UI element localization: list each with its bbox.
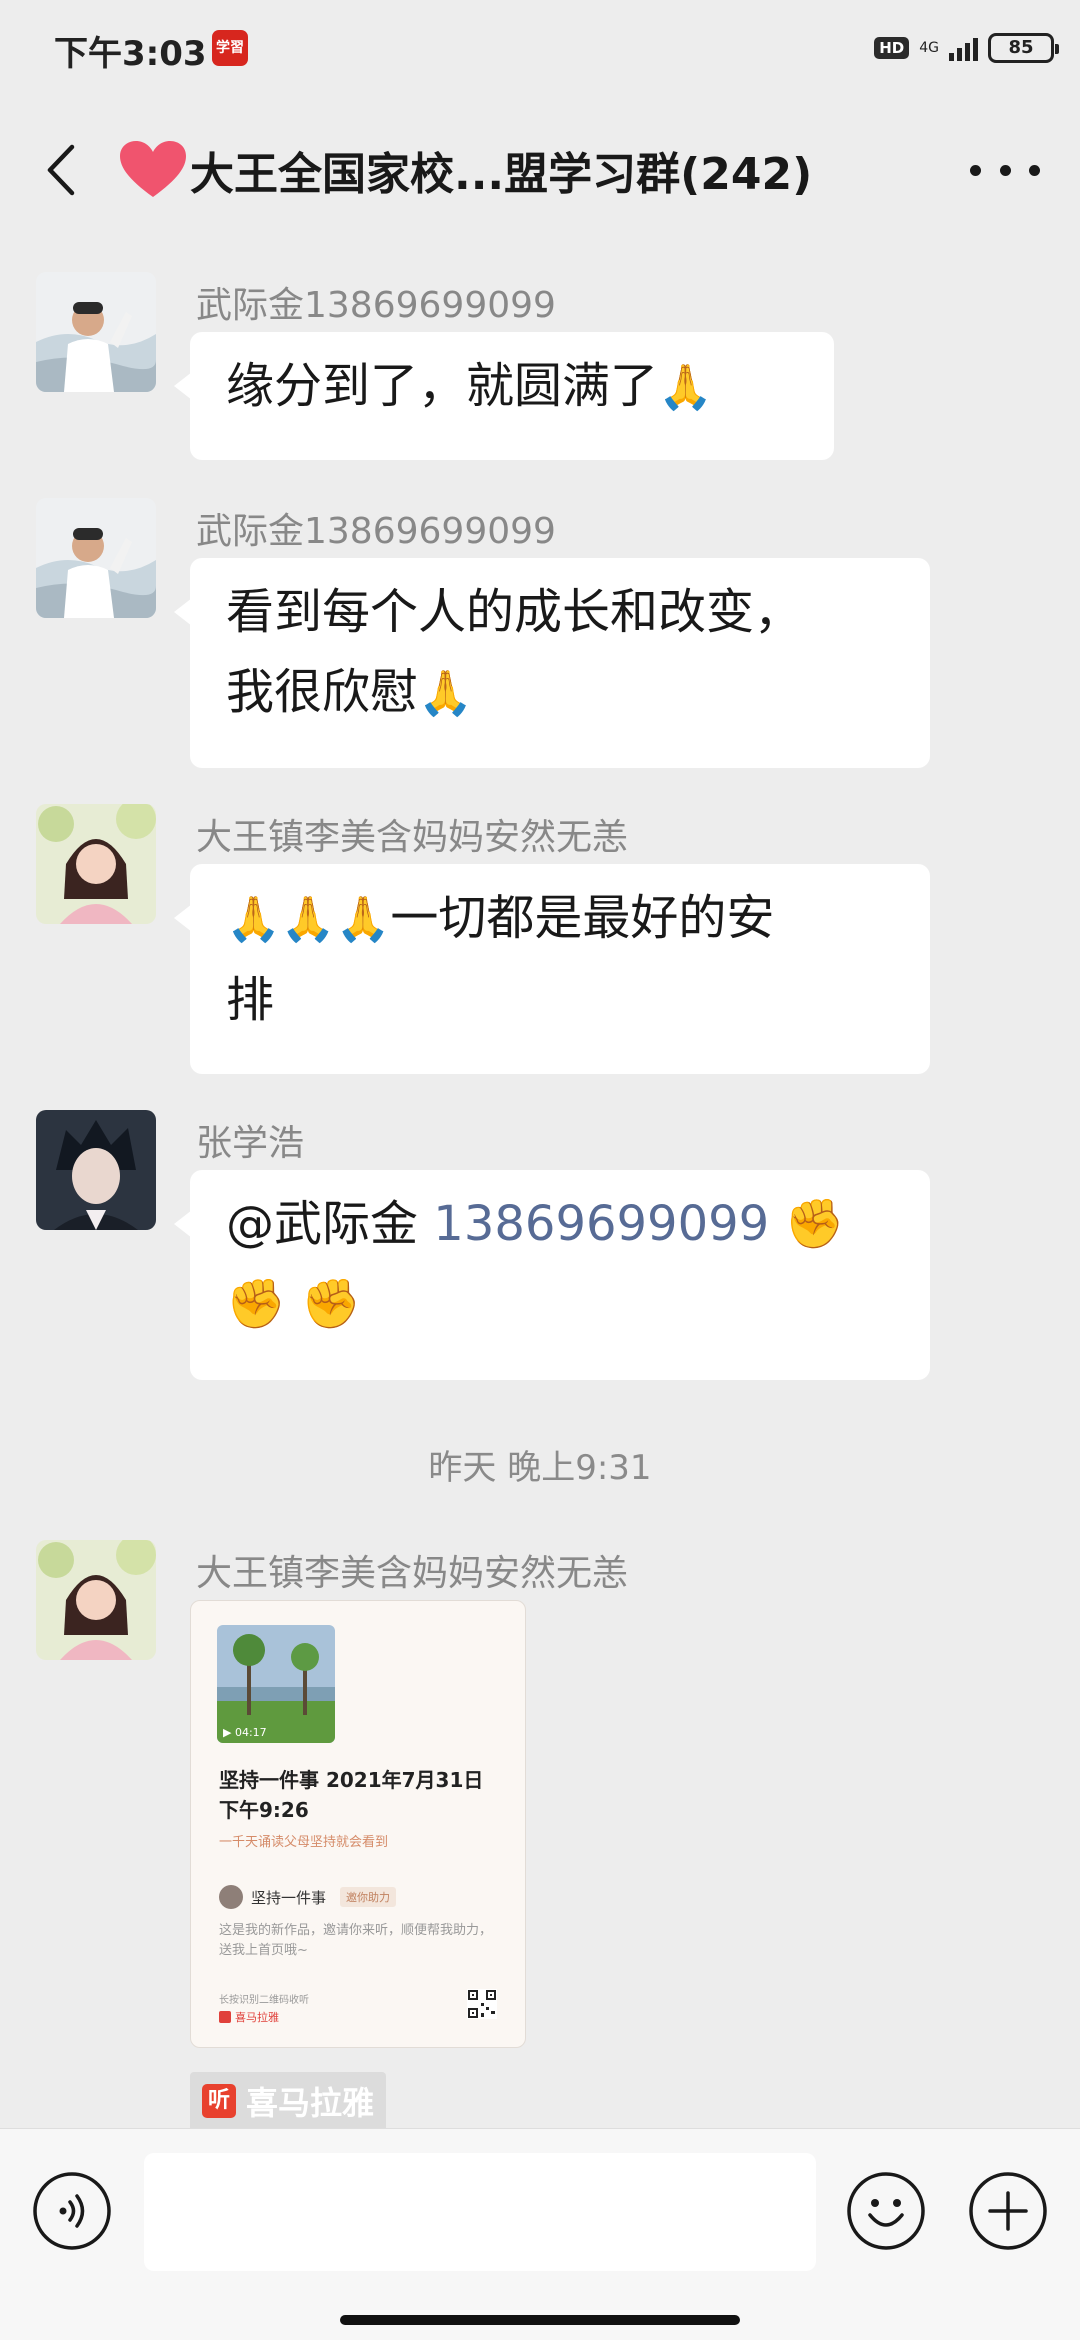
fist-emoji-icon: ✊ <box>784 1196 845 1252</box>
ximalaya-icon: 听 <box>202 2084 236 2118</box>
card-qr-hint: 长按识别二维码收听 <box>219 1995 309 2006</box>
chevron-left-icon <box>47 144 75 196</box>
mention-name: @武际金 <box>226 1196 419 1252</box>
sender-name: 大王镇李美含妈妈安然无恙 <box>196 1553 629 1594</box>
fist-emoji-icon: ✊ ✊ <box>226 1276 361 1332</box>
input-bar <box>0 2128 1080 2340</box>
avatar-image <box>36 272 156 392</box>
shared-audio-card[interactable]: ▶ 04:17 坚持一件事 2021年7月31日 下午9:26 一千天诵读父母坚… <box>190 1600 526 2048</box>
avatar[interactable] <box>36 804 156 924</box>
pray-emoji-icon: 🙏 <box>658 362 713 413</box>
audio-duration: ▶ 04:17 <box>223 1726 267 1739</box>
mention-phone-link[interactable]: 13869699099 <box>433 1196 769 1252</box>
battery-icon: 85 <box>988 33 1059 63</box>
dot-icon <box>1029 164 1040 176</box>
card-description: 这是我的新作品，邀请你来听，顺便帮我助力，送我上首页哦~ <box>219 1923 493 1958</box>
dot-icon <box>970 164 981 176</box>
voice-icon <box>33 2172 111 2250</box>
signal-icon <box>949 35 978 61</box>
qr-code-icon <box>467 1989 497 2019</box>
network-type: 4G <box>919 40 939 56</box>
message-bubble[interactable]: 看到每个人的成长和改变， 我很欣慰🙏 <box>174 558 930 768</box>
message-input[interactable] <box>144 2153 816 2271</box>
heart-icon <box>120 141 186 197</box>
more-options-button[interactable] <box>970 150 1040 190</box>
card-title: 坚持一件事 2021年7月31日 下午9:26 <box>219 1768 484 1822</box>
source-label[interactable]: 听 喜马拉雅 <box>190 2072 387 2130</box>
home-indicator[interactable] <box>340 2315 740 2325</box>
sender-name: 武际金13869699099 <box>196 511 556 552</box>
message-bubble[interactable]: 缘分到了，就圆满了🙏 <box>174 332 834 460</box>
pray-emoji-icon: 🙏🙏🙏 <box>226 894 391 945</box>
avatar[interactable] <box>36 272 156 392</box>
author-name: 坚持一件事 <box>251 1888 327 1907</box>
avatar[interactable] <box>36 498 156 618</box>
help-badge: 邀你助力 <box>340 1887 397 1907</box>
sender-name: 大王镇李美含妈妈安然无恙 <box>196 817 629 858</box>
status-indicators: HD 4G 85 <box>874 30 1059 66</box>
avatar-image <box>36 1540 156 1660</box>
group-name: 大王全国家校...盟学习群(242) <box>190 149 813 200</box>
avatar[interactable] <box>36 1110 156 1230</box>
voice-input-button[interactable] <box>32 2171 112 2251</box>
pray-emoji-icon: 🙏 <box>418 668 473 719</box>
card-brand: 喜马拉雅 <box>219 2009 279 2025</box>
card-thumbnail: ▶ 04:17 <box>217 1625 335 1743</box>
avatar-image <box>36 1110 156 1230</box>
message-text: 我很欣慰 <box>226 664 419 720</box>
card-author: 坚持一件事 邀你助力 <box>219 1885 397 1909</box>
avatar[interactable] <box>36 1540 156 1660</box>
card-brand-name: 喜马拉雅 <box>235 2011 279 2024</box>
message-bubble[interactable]: @武际金 13869699099 ✊ ✊ ✊ <box>174 1170 930 1380</box>
source-name: 喜马拉雅 <box>246 2084 375 2122</box>
chat-title[interactable]: 大王全国家校...盟学习群(242) <box>118 138 908 202</box>
avatar-image <box>36 804 156 924</box>
plus-icon <box>969 2172 1047 2250</box>
ximalaya-icon <box>219 2011 231 2023</box>
message-text: 一切都是最好的安 <box>390 890 775 946</box>
sender-name: 武际金13869699099 <box>196 285 556 326</box>
message-text: 看到每个人的成长和改变， <box>226 584 803 640</box>
sender-name: 张学浩 <box>196 1123 305 1164</box>
message-timestamp: 昨天 晚上9:31 <box>428 1448 652 1488</box>
back-button[interactable] <box>30 135 100 205</box>
author-avatar <box>219 1885 243 1909</box>
message-text: 排 <box>226 972 275 1028</box>
status-bar: 下午3:03 学習 HD 4G 85 <box>0 0 1080 96</box>
more-functions-button[interactable] <box>968 2171 1048 2251</box>
notification-app-icon: 学習 <box>212 30 248 66</box>
card-subtitle: 一千天诵读父母坚持就会看到 <box>219 1835 389 1850</box>
emoji-button[interactable] <box>846 2171 926 2251</box>
smiley-icon <box>847 2172 925 2250</box>
message-text: 缘分到了，就圆满了 <box>226 358 659 414</box>
dot-icon <box>999 164 1011 176</box>
message-bubble[interactable]: 🙏🙏🙏一切都是最好的安 排 <box>174 864 930 1074</box>
chat-header: 大王全国家校...盟学习群(242) <box>0 110 1080 230</box>
hd-badge: HD <box>874 37 910 59</box>
avatar-image <box>36 498 156 618</box>
status-time: 下午3:03 <box>54 34 207 74</box>
